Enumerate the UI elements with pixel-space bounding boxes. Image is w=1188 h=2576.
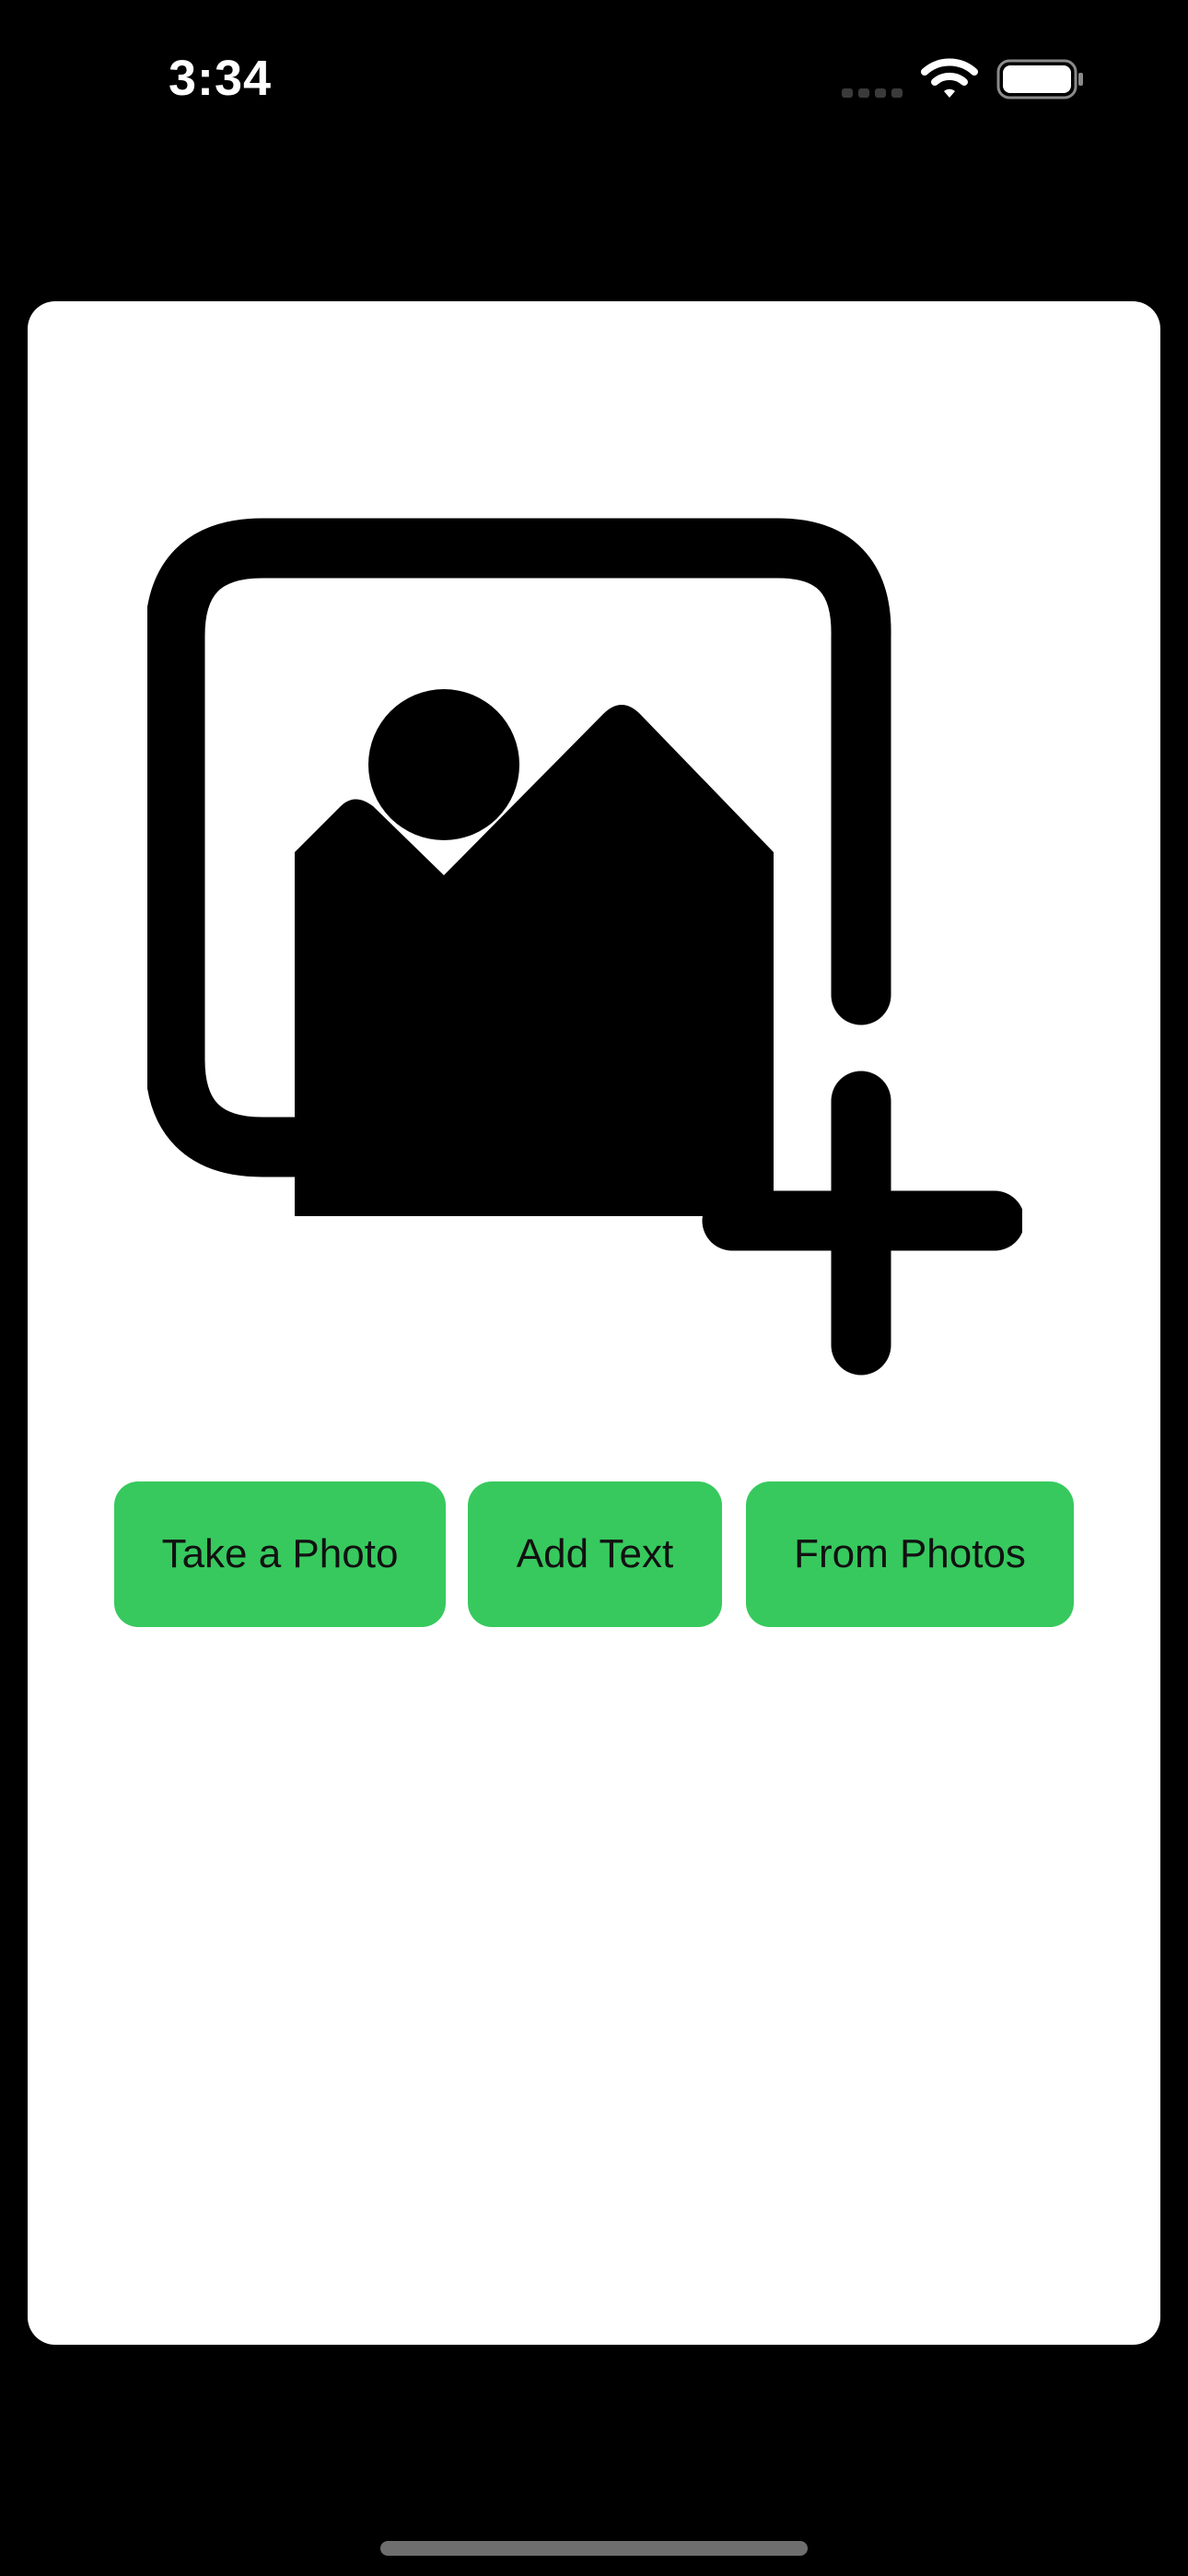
signal-icon: [842, 88, 903, 98]
add-photo-icon: [147, 518, 1022, 1376]
take-photo-button[interactable]: Take a Photo: [114, 1481, 446, 1627]
action-button-row: Take a Photo Add Text From Photos: [87, 1481, 1100, 1629]
add-text-button[interactable]: Add Text: [468, 1481, 722, 1627]
home-indicator[interactable]: [380, 2541, 808, 2556]
status-bar: 3:34: [0, 0, 1188, 157]
status-time: 3:34: [169, 51, 273, 106]
from-photos-button[interactable]: From Photos: [746, 1481, 1074, 1627]
wifi-icon: [921, 58, 978, 98]
battery-icon: [996, 59, 1083, 100]
